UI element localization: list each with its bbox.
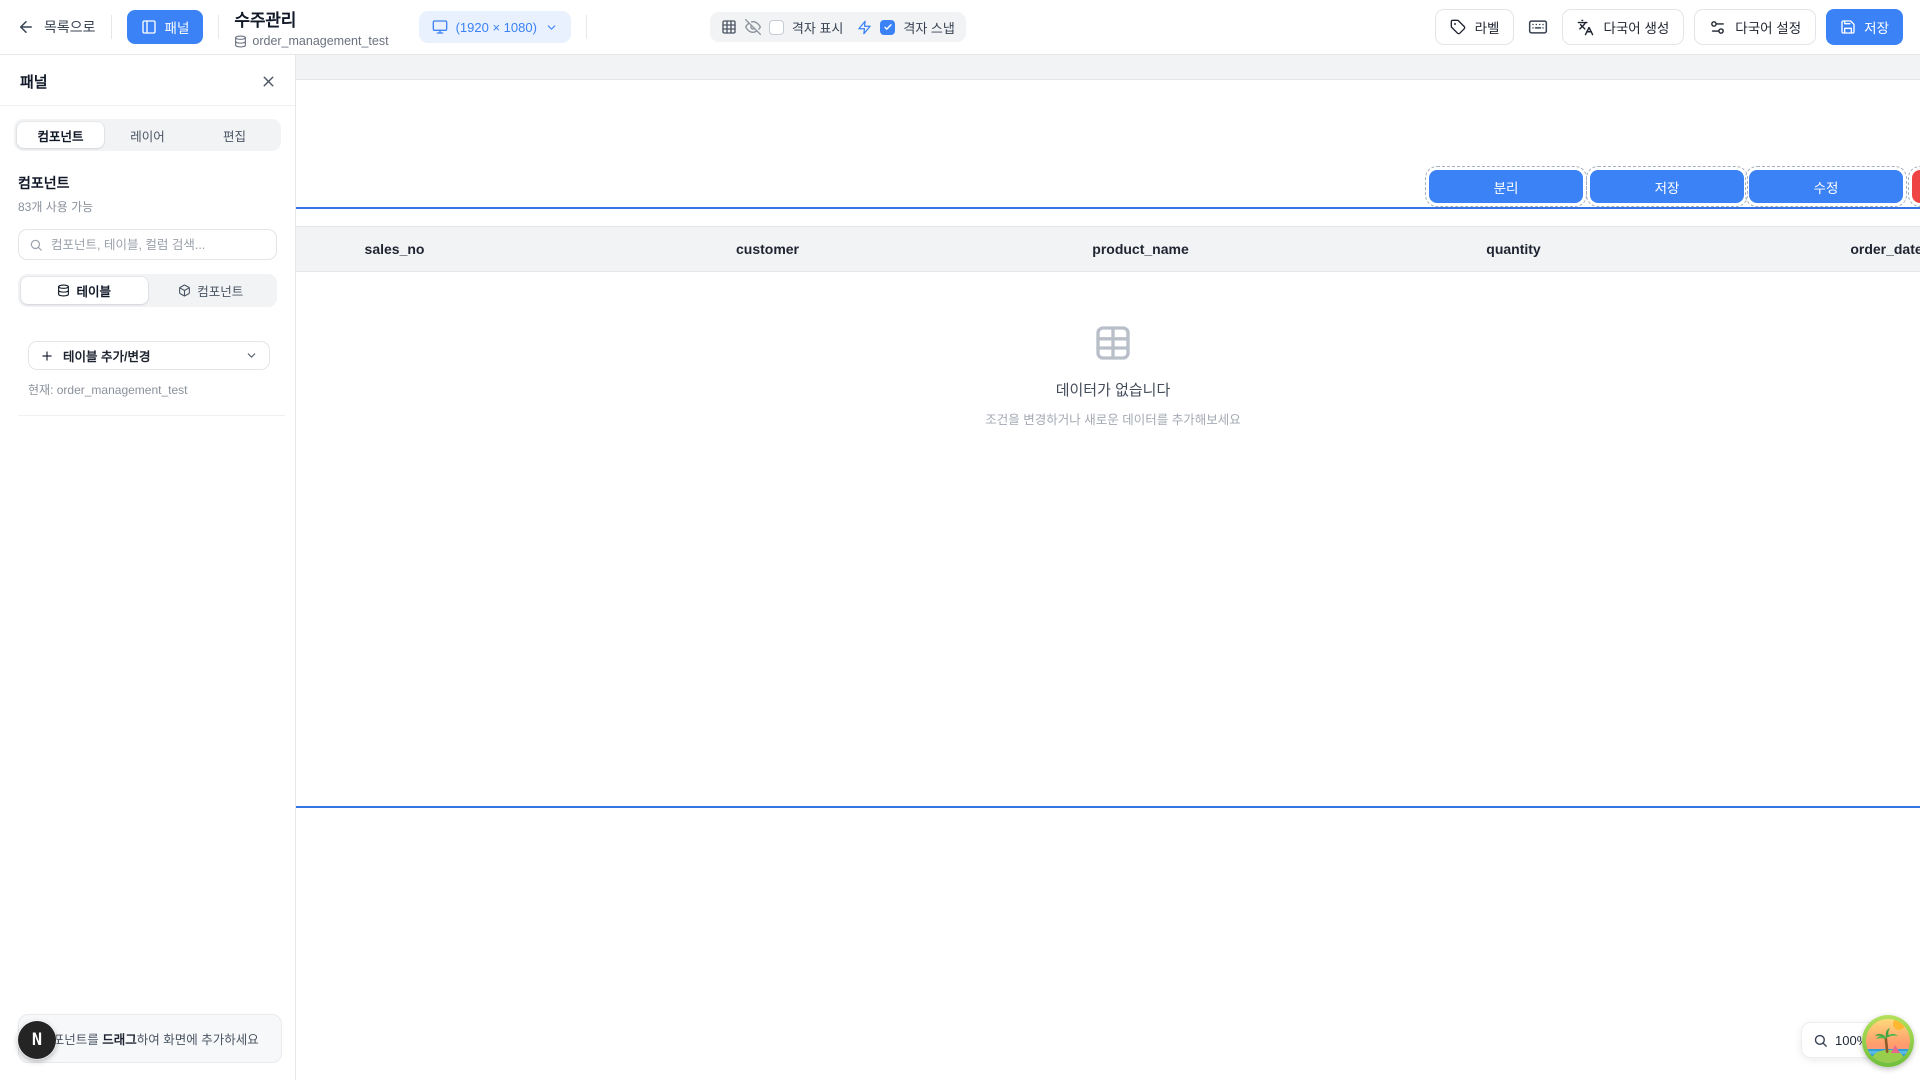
- tag-icon: [1450, 19, 1466, 35]
- label-button[interactable]: 라벨: [1435, 9, 1515, 45]
- keyboard-icon: [1528, 17, 1548, 37]
- top-toolbar: 목록으로 패널 수주관리 order_management_test (1920…: [0, 0, 1920, 55]
- divider: [586, 15, 587, 39]
- database-icon: [57, 284, 70, 297]
- nextjs-dev-badge[interactable]: N: [18, 1021, 56, 1059]
- component-filter-tabs: 테이블 컴포넌트: [18, 274, 277, 307]
- divider: [18, 415, 285, 416]
- column-header: customer: [581, 227, 954, 271]
- panel-icon: [141, 19, 157, 35]
- add-change-table-button[interactable]: 테이블 추가/변경: [28, 341, 270, 370]
- chevron-down-icon: [245, 349, 258, 362]
- table-action-button-detach[interactable]: 분리: [1429, 170, 1583, 203]
- table-header-row: sales_no customer product_name quantity …: [296, 226, 1920, 272]
- save-button[interactable]: 저장: [1826, 9, 1903, 45]
- component-search[interactable]: [18, 229, 277, 260]
- table-action-button-clipped[interactable]: [1912, 170, 1920, 203]
- grid-show-checkbox[interactable]: [769, 20, 784, 35]
- tab-edit[interactable]: 편집: [191, 122, 278, 148]
- chevron-down-icon: [545, 21, 558, 34]
- empty-subtitle: 조건을 변경하거나 새로운 데이터를 추가해보세요: [883, 409, 1343, 428]
- components-section-title: 컴포넌트: [18, 173, 277, 193]
- divider: [0, 105, 295, 106]
- table-subtitle: order_management_test: [252, 34, 388, 48]
- divider: [111, 15, 112, 39]
- table-empty-state: 데이터가 없습니다 조건을 변경하거나 새로운 데이터를 추가해보세요: [883, 323, 1343, 428]
- tab-components[interactable]: 컴포넌트: [17, 122, 104, 148]
- current-table-label: 현재: order_management_test: [28, 381, 267, 398]
- components-count: 83개 사용 가능: [18, 198, 277, 215]
- monitor-icon: [432, 19, 448, 35]
- database-icon: [234, 35, 247, 48]
- grid-options-group: 격자 표시 격자 스냅: [710, 12, 966, 42]
- close-icon[interactable]: [260, 73, 277, 90]
- table-action-button-edit[interactable]: 수정: [1749, 170, 1903, 203]
- resolution-selector[interactable]: (1920 × 1080): [419, 11, 571, 43]
- island-extension-icon[interactable]: [1862, 1015, 1914, 1067]
- resolution-value: (1920 × 1080): [456, 20, 537, 35]
- component-panel: 패널 컴포넌트 레이어 편집 컴포넌트 83개 사용 가능 테이블 컴포넌: [0, 55, 296, 1080]
- grid-snap-label: 격자 스냅: [903, 18, 954, 37]
- panel-title: 패널: [20, 71, 48, 92]
- column-header: quantity: [1327, 227, 1700, 271]
- page-title-block: 수주관리 order_management_test: [234, 6, 388, 48]
- back-arrow-icon: [17, 18, 35, 36]
- column-header: order_date: [1700, 227, 1920, 271]
- save-icon: [1840, 19, 1856, 35]
- package-icon: [178, 284, 191, 297]
- back-to-list-label: 목록으로: [44, 17, 96, 37]
- magnifier-icon: [1813, 1033, 1828, 1048]
- search-input[interactable]: [51, 238, 266, 252]
- search-icon: [29, 238, 43, 252]
- eye-off-icon: [745, 19, 761, 35]
- canvas-top-strip: [296, 55, 1920, 80]
- table-action-button-save[interactable]: 저장: [1590, 170, 1744, 203]
- i18n-settings-button[interactable]: 다국어 설정: [1694, 9, 1816, 45]
- grid-snap-checkbox[interactable]: [880, 20, 895, 35]
- panel-tabs: 컴포넌트 레이어 편집: [14, 119, 281, 151]
- drag-hint: 컴포넌트를 드래그하여 화면에 추가하세요: [18, 1014, 282, 1063]
- translate-icon: [1577, 19, 1594, 36]
- plus-icon: [40, 349, 54, 363]
- data-table-component[interactable]: sales_no customer product_name quantity …: [296, 207, 1920, 808]
- column-header: sales_no: [296, 227, 581, 271]
- sliders-icon: [1709, 19, 1726, 36]
- tab-layers[interactable]: 레이어: [104, 122, 191, 148]
- grid-icon: [721, 19, 737, 35]
- filter-tab-tables[interactable]: 테이블: [21, 277, 148, 304]
- back-to-list-button[interactable]: 목록으로: [17, 17, 96, 37]
- empty-table-icon: [883, 323, 1343, 363]
- keyboard-shortcuts-button[interactable]: [1524, 13, 1552, 41]
- panel-toggle-button[interactable]: 패널: [127, 10, 204, 44]
- filter-tab-components[interactable]: 컴포넌트: [148, 277, 275, 304]
- grid-show-label: 격자 표시: [792, 18, 843, 37]
- empty-title: 데이터가 없습니다: [883, 379, 1343, 400]
- i18n-generate-button[interactable]: 다국어 생성: [1562, 9, 1684, 45]
- page-title: 수주관리: [234, 6, 388, 31]
- lightning-icon: [857, 20, 872, 35]
- divider: [218, 15, 219, 39]
- column-header: product_name: [954, 227, 1327, 271]
- editor-canvas[interactable]: 분리 저장 수정 sales_no customer product_name …: [296, 55, 1920, 1080]
